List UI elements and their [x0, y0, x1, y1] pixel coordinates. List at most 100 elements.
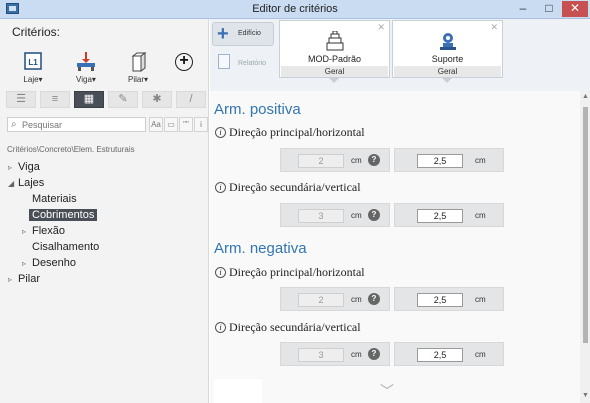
tree-item-viga[interactable]: ▹ Viga: [8, 159, 40, 175]
maximize-button[interactable]: □: [537, 1, 561, 17]
search-input[interactable]: [22, 119, 142, 130]
unit-label: cm: [351, 211, 362, 220]
card-group: Geral: [394, 66, 501, 77]
tab-tools[interactable]: ✎: [108, 91, 138, 108]
tab-list-view[interactable]: ☰: [6, 91, 36, 108]
nav-relatorio-button[interactable]: Relatório: [214, 52, 274, 74]
building-plus-icon: +: [217, 23, 229, 45]
expand-arrow-icon[interactable]: ▹: [22, 224, 32, 240]
tree-item-desenho[interactable]: ▹ Desenho: [22, 255, 76, 271]
quote-search-button[interactable]: "": [179, 117, 193, 132]
value-field[interactable]: [417, 154, 463, 168]
value-field[interactable]: [417, 209, 463, 223]
expand-arrow-icon[interactable]: ▹: [22, 256, 32, 272]
row-label-text: Direção principal/horizontal: [229, 265, 365, 279]
value-box: cm: [394, 287, 504, 311]
close-card-icon[interactable]: ✕: [377, 22, 385, 33]
default-value-field: [298, 348, 344, 362]
add-criteria-button[interactable]: +: [175, 53, 193, 71]
tree-item-label: Pilar: [18, 273, 41, 285]
viga-tool-button[interactable]: Viga▾: [66, 52, 106, 84]
default-value-box: cm ?: [280, 287, 390, 311]
default-value-box: cm ?: [280, 148, 390, 172]
tree-item-label: Flexão: [32, 225, 66, 237]
expand-arrow-icon[interactable]: ▹: [8, 272, 18, 288]
tab-special[interactable]: ✱: [142, 91, 172, 108]
tab-compact-view[interactable]: ≡: [40, 91, 70, 108]
beam-icon: [77, 52, 95, 71]
unit-label: cm: [475, 211, 486, 220]
criteria-title: Critérios:: [12, 25, 61, 39]
scroll-down-icon[interactable]: ▼: [582, 392, 589, 399]
help-icon[interactable]: ?: [368, 293, 380, 305]
section-title: Arm. negativa: [214, 240, 307, 257]
scrollbar-thumb[interactable]: [583, 107, 588, 343]
value-field[interactable]: [417, 348, 463, 362]
criteria-panel: Critérios: L1 Laje▾ Viga▾ Pilar▾ + ☰ ≡ ▦…: [0, 19, 209, 403]
search-info-button[interactable]: i: [194, 117, 208, 132]
tab-grid-view[interactable]: ▦: [74, 91, 104, 108]
tree-item-lajes[interactable]: ◢ Lajes: [8, 175, 44, 191]
value-row: cm ? cm: [280, 342, 504, 366]
expand-arrow-icon[interactable]: ▹: [8, 160, 18, 176]
tree-item-cisalhamento[interactable]: Cisalhamento: [22, 239, 99, 255]
row-label: i Direção principal/horizontal: [215, 265, 365, 280]
close-card-icon[interactable]: ✕: [490, 22, 498, 33]
laje-tool-button[interactable]: L1 Laje▾: [13, 52, 53, 84]
vertical-scrollbar[interactable]: ▲ ▼: [580, 91, 590, 403]
tree-item-pilar[interactable]: ▹ Pilar: [8, 271, 40, 287]
pilar-tool-button[interactable]: Pilar▾: [118, 52, 158, 84]
nav-edificio-label: Edifício: [238, 30, 261, 37]
tree-item-label: Cobrimentos: [29, 209, 98, 221]
close-button[interactable]: ✕: [562, 1, 588, 17]
unit-label: cm: [351, 295, 362, 304]
tree-item-label: Viga: [18, 161, 40, 173]
value-field[interactable]: [417, 293, 463, 307]
card-name: Suporte: [431, 54, 464, 64]
help-icon[interactable]: ?: [368, 348, 380, 360]
title-bar: Editor de critérios – □ ✕: [0, 0, 590, 19]
info-icon[interactable]: i: [215, 127, 226, 138]
default-value-field: [298, 293, 344, 307]
help-icon[interactable]: ?: [368, 209, 380, 221]
criteria-view-tabs: ☰ ≡ ▦ ✎ ✱ /: [6, 91, 206, 108]
tree-item-cobrimentos[interactable]: Cobrimentos: [22, 207, 98, 223]
viga-tool-label: Viga▾: [76, 75, 96, 84]
minimize-button[interactable]: –: [511, 1, 535, 17]
whole-word-button[interactable]: ▭: [164, 117, 178, 132]
unit-label: cm: [351, 350, 362, 359]
tree-item-label: Desenho: [32, 257, 77, 269]
match-case-button[interactable]: Aa: [149, 117, 163, 132]
building-icon: [326, 31, 344, 51]
unit-label: cm: [351, 156, 362, 165]
info-icon[interactable]: i: [215, 322, 226, 333]
column-icon: [131, 52, 147, 72]
breadcrumb: Critérios\Concreto\Elem. Estruturais: [7, 145, 135, 154]
criteria-card-suporte[interactable]: ✕ Suporte Geral: [392, 20, 503, 78]
info-icon[interactable]: i: [215, 267, 226, 278]
collapse-arrow-icon[interactable]: ◢: [8, 176, 18, 192]
footer-block: [214, 379, 262, 403]
unit-label: cm: [475, 295, 486, 304]
value-row: cm ? cm: [280, 148, 504, 172]
card-caret: [442, 78, 452, 83]
unit-label: cm: [475, 350, 486, 359]
unit-label: cm: [475, 156, 486, 165]
scroll-up-icon[interactable]: ▲: [582, 93, 589, 100]
default-value-field: [298, 154, 344, 168]
window-title: Editor de critérios: [252, 3, 338, 15]
default-value-field: [298, 209, 344, 223]
row-label: i Direção secundária/vertical: [215, 320, 361, 335]
nav-edificio-button[interactable]: + Edifício: [212, 22, 274, 46]
tab-edit[interactable]: /: [176, 91, 206, 108]
info-icon[interactable]: i: [215, 182, 226, 193]
pilar-tool-label: Pilar▾: [127, 75, 149, 84]
help-icon[interactable]: ?: [368, 154, 380, 166]
slab-l1-icon: L1: [24, 52, 42, 70]
criteria-card-mod-padrao[interactable]: ✕ MOD-Padrão Geral: [279, 20, 390, 78]
row-label: i Direção principal/horizontal: [215, 125, 365, 140]
value-row: cm ? cm: [280, 203, 504, 227]
tree-item-flexao[interactable]: ▹ Flexão: [22, 223, 65, 239]
scroll-more-icon[interactable]: ﹀: [380, 381, 394, 401]
tree-item-materiais[interactable]: Materiais: [22, 191, 77, 207]
